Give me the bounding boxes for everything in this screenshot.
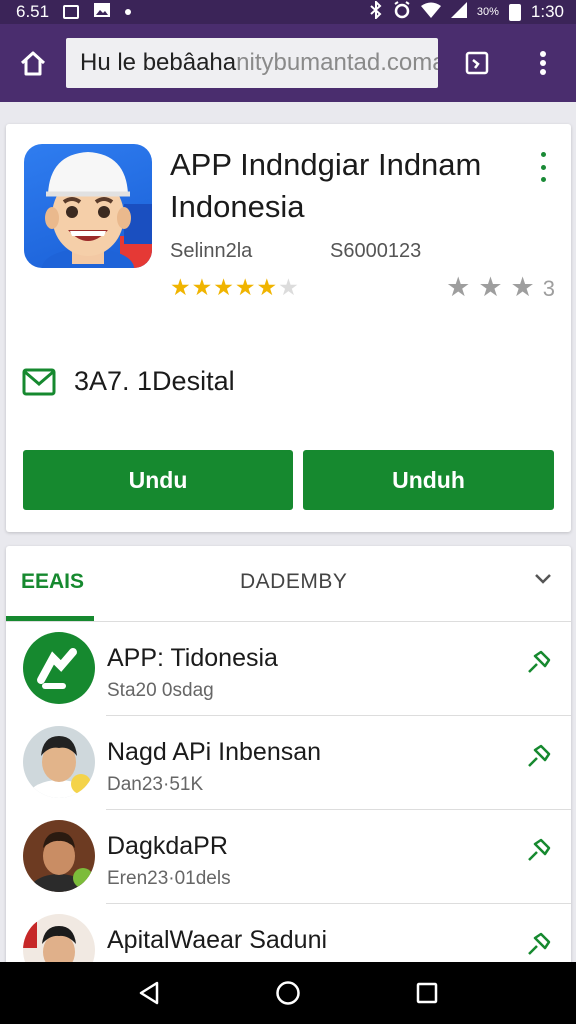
pin-icon[interactable] (525, 648, 553, 681)
dot-icon (540, 177, 546, 182)
dot-icon (540, 152, 546, 157)
download-button-secondary[interactable]: Unduh (303, 450, 554, 510)
app-detail-card: APP Indndgiar Indnam Indonesia Selinn2la… (6, 124, 571, 532)
alarm-icon (393, 0, 411, 24)
tab-bar: EEAIS DADEMBY (6, 546, 571, 622)
chevron-down-icon[interactable] (533, 572, 553, 591)
bluetooth-icon (369, 0, 383, 24)
home-icon (20, 51, 46, 76)
list-item-subtitle: Dan23·51K (107, 774, 204, 795)
tab-details[interactable]: EEAIS (21, 570, 84, 594)
tab-switcher-icon (465, 51, 489, 75)
profile-avatar (23, 914, 95, 966)
pin-icon[interactable] (525, 930, 553, 963)
pin-icon[interactable] (525, 836, 553, 869)
developer-name: Selinn2la (170, 240, 253, 262)
url-text-dim: nitybumantad.comall (236, 49, 438, 76)
wifi-icon (420, 2, 441, 23)
home-nav-button[interactable] (258, 963, 318, 1023)
pin-icon[interactable] (525, 742, 553, 775)
more-vert-icon (540, 51, 546, 75)
list-item[interactable]: DagkdaPR Eren23·01dels (6, 810, 571, 904)
home-button[interactable] (0, 24, 66, 102)
list-item[interactable]: Nagd APi Inbensan Dan23·51K (6, 716, 571, 810)
list-item-title: APP: Tidonesia (107, 644, 278, 672)
app-menu-button[interactable] (533, 152, 553, 182)
overflow-menu-button[interactable] (510, 24, 576, 102)
battery-icon (508, 3, 521, 21)
rating-secondary-value: 3 (542, 276, 555, 301)
download-button[interactable]: Undu (23, 450, 293, 510)
signal-icon (450, 1, 467, 23)
list-item-title: Nagd APi Inbensan (107, 738, 322, 766)
list-item[interactable]: APP: Tidonesia Sta20 0sdag (6, 622, 571, 716)
battery-percent: 30% (476, 6, 499, 18)
app-title: APP Indndgiar Indnam Indonesia (170, 147, 482, 224)
profile-avatar (23, 726, 95, 798)
recents-square-icon (416, 982, 437, 1004)
app-icon[interactable] (24, 144, 152, 268)
info-row: 3A7. 1Desital (22, 366, 235, 397)
list-item-title: DagkdaPR (107, 832, 228, 860)
dot-icon (540, 164, 546, 170)
url-bar[interactable]: Hu le bebâaha nitybumantad.comall (66, 38, 438, 88)
browser-toolbar: Hu le bebâaha nitybumantad.comall (0, 24, 576, 102)
status-bar: 6.51 30% 1:30 (0, 0, 576, 24)
rating-stars: ★★★★★★ (170, 274, 300, 300)
list-item-title: ApitalWaear Saduni (107, 926, 328, 954)
related-apps-card: EEAIS DADEMBY APP: Tidonesia Sta20 0sdag… (6, 546, 571, 966)
list-item-subtitle: Eren23·01dels (107, 868, 231, 889)
tabs-button[interactable] (444, 24, 510, 102)
tab-developer[interactable]: DADEMBY (240, 570, 347, 594)
status-time-right: 1:30 (530, 2, 564, 21)
back-triangle-icon (140, 981, 159, 1005)
app-avatar (23, 632, 95, 704)
tab-indicator (6, 616, 94, 621)
notification-icon (63, 5, 80, 19)
url-text: Hu le bebâaha (80, 49, 237, 76)
home-circle-icon (276, 981, 300, 1005)
dot-icon (125, 9, 132, 15)
profile-avatar (23, 820, 95, 892)
rating-stars-secondary: ★★★3 (446, 272, 555, 302)
list-item-subtitle: Sta20 0sdag (107, 680, 214, 701)
download-count: S6000123 (330, 240, 422, 262)
recents-button[interactable] (397, 963, 457, 1023)
list-item[interactable]: ApitalWaear Saduni (6, 904, 571, 966)
mail-icon (22, 368, 56, 395)
image-icon (93, 2, 111, 23)
info-text: 3A7. 1Desital (74, 366, 235, 396)
status-time-left: 6.51 (16, 2, 50, 21)
back-button[interactable] (119, 963, 179, 1023)
system-nav-bar (0, 962, 576, 1024)
